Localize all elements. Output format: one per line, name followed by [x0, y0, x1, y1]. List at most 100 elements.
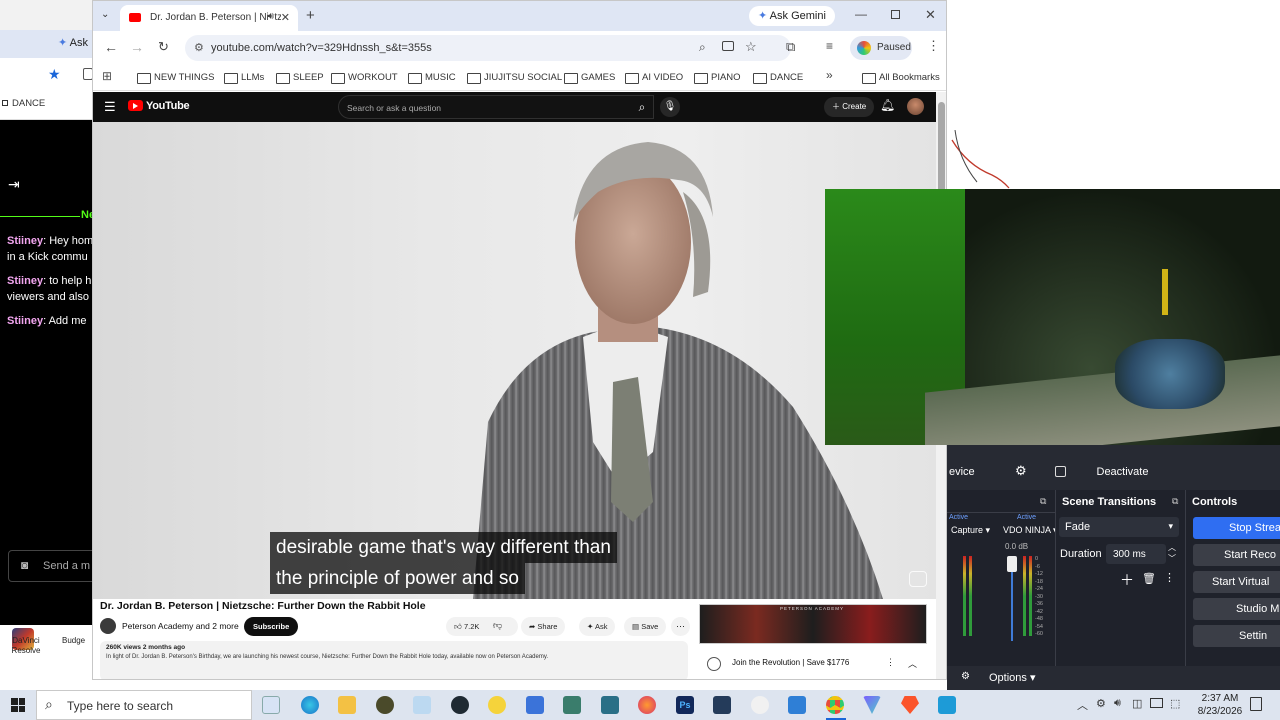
brave-icon[interactable]	[901, 696, 919, 714]
gear-icon[interactable]: ⚙	[1015, 463, 1027, 479]
deactivate-button[interactable]: Deactivate	[1085, 461, 1160, 483]
more-bookmarks-icon[interactable]: »	[826, 68, 833, 82]
gear-icon[interactable]: ⚙	[961, 671, 970, 682]
bookmark-star-icon[interactable]: ★	[48, 66, 61, 83]
share-button[interactable]: ➦ Share	[521, 617, 566, 636]
bulb-icon[interactable]	[488, 696, 506, 714]
settings-button[interactable]: Settin	[1193, 625, 1280, 647]
app-icon[interactable]	[376, 696, 394, 714]
obs-window[interactable]: evice ⚙ Deactivate ⧉ Active Active Captu…	[947, 445, 1280, 692]
background-bookmark-dance[interactable]: DANCE	[2, 98, 45, 109]
delete-transition-icon[interactable]: 🗑︎	[1142, 572, 1156, 585]
obs-icon[interactable]	[451, 696, 469, 714]
subscribe-button[interactable]: Subscribe	[244, 617, 299, 636]
extensions-icon[interactable]: ⧉	[786, 39, 795, 55]
like-button[interactable]: 👍︎ 7.2K 👎︎	[446, 617, 518, 636]
filters-icon[interactable]	[1055, 466, 1066, 477]
chrome-menu-icon[interactable]: ⋮	[927, 38, 940, 54]
tray-app-icon[interactable]: ⬚	[1170, 697, 1180, 710]
bookmark-folder[interactable]: WORKOUT	[331, 70, 398, 86]
app-icon[interactable]	[863, 696, 881, 714]
hamburger-menu-icon[interactable]: ☰	[104, 99, 116, 115]
chat-send-input[interactable]: ◙ Send a m	[8, 550, 92, 582]
notepad-icon[interactable]	[413, 696, 431, 714]
extension-icon[interactable]	[83, 68, 92, 80]
apps-grid-icon[interactable]: ⊞	[102, 69, 112, 83]
network-icon[interactable]: ◫	[1132, 697, 1142, 710]
bookmark-folder[interactable]: DANCE	[753, 70, 803, 86]
youtube-search-input[interactable]: Search or ask a question	[338, 95, 654, 119]
reading-list-icon[interactable]: ≡	[826, 39, 833, 53]
profile-paused-button[interactable]: Paused	[850, 36, 912, 60]
bookmark-folder[interactable]: AI VIDEO	[625, 70, 683, 86]
tab-search-icon[interactable]: ⌄	[101, 9, 109, 20]
address-bar[interactable]: ⚙ youtube.com/watch?v=329Hdnssh_s&t=355s…	[185, 35, 791, 61]
bookmark-folder[interactable]: LLMs	[224, 70, 264, 86]
site-info-icon[interactable]: ⚙	[194, 41, 204, 54]
app-icon[interactable]	[788, 696, 806, 714]
display-icon[interactable]	[1150, 698, 1163, 708]
transition-select[interactable]: Fade ▾	[1059, 517, 1179, 537]
ad-collapse-icon[interactable]: ︿	[908, 657, 917, 670]
collapse-chat-icon[interactable]: ⇥	[8, 176, 20, 193]
maximize-icon[interactable]	[891, 10, 900, 19]
bookmark-folder[interactable]: JIUJITSU SOCIAL	[467, 70, 562, 86]
minimize-icon[interactable]: —	[855, 7, 867, 21]
app-icon[interactable]	[601, 696, 619, 714]
notifications-bell-icon[interactable]: 🔔︎	[880, 98, 895, 112]
volume-icon[interactable]: 🔊︎	[1114, 697, 1121, 710]
close-window-icon[interactable]: ✕	[925, 7, 936, 23]
app-icon[interactable]	[938, 696, 956, 714]
channel-name[interactable]: Peterson Academy and 2 more	[122, 621, 239, 631]
description-box[interactable]: 260K views 2 months ago In light of Dr. …	[100, 641, 688, 679]
back-icon[interactable]: ←	[104, 39, 118, 55]
photoshop-icon[interactable]: Ps	[676, 696, 694, 714]
channel-avatar[interactable]	[100, 618, 116, 634]
create-button[interactable]: ＋ Create	[824, 97, 875, 117]
chrome-window[interactable]: ⌄ Dr. Jordan B. Peterson | Nietz 🔊︎ ✕ + …	[92, 0, 947, 680]
background-tab-ask[interactable]: ✦ Ask	[58, 36, 88, 49]
app-icon[interactable]	[751, 696, 769, 714]
forward-icon[interactable]: →	[130, 39, 144, 55]
ad-banner-image[interactable]: PETERSON ACADEMY	[699, 604, 927, 644]
bookmark-folder[interactable]: PIANO	[694, 70, 741, 86]
tray-app-icon[interactable]: ⚙	[1096, 697, 1106, 710]
show-hidden-icons-icon[interactable]: ︿	[1077, 697, 1088, 713]
channel-watermark-icon[interactable]	[909, 571, 927, 587]
mixer-source-capture[interactable]: Capture ▾	[951, 525, 990, 536]
system-clock[interactable]: 2:37 AM 8/23/2026	[1190, 692, 1250, 718]
start-recording-button[interactable]: Start Reco	[1193, 544, 1280, 566]
bookmark-star-icon[interactable]: ☆	[745, 39, 757, 55]
search-icon[interactable]: ⌕	[629, 96, 655, 118]
youtube-logo-text[interactable]: YouTube	[146, 100, 190, 112]
bookmark-folder[interactable]: NEW THINGS	[137, 70, 215, 86]
ad-menu-icon[interactable]: ⋮	[886, 657, 895, 668]
add-transition-icon[interactable]: ＋	[1120, 570, 1134, 590]
emote-icon[interactable]: ◙	[21, 558, 28, 572]
account-avatar[interactable]	[907, 98, 924, 115]
edge-icon[interactable]	[301, 696, 319, 714]
duration-input[interactable]: 300 ms	[1106, 544, 1166, 564]
app-icon[interactable]	[563, 696, 581, 714]
speaker-icon[interactable]: 🔊︎	[267, 11, 274, 22]
close-tab-icon[interactable]: ✕	[280, 11, 290, 24]
thumb-down-icon[interactable]: 👎︎	[493, 620, 502, 631]
all-bookmarks-folder[interactable]: All Bookmarks	[862, 70, 940, 86]
tab-youtube[interactable]: Dr. Jordan B. Peterson | Nietz 🔊︎ ✕	[120, 5, 298, 31]
dock-popout-icon[interactable]: ⧉	[1172, 496, 1178, 507]
cast-icon[interactable]	[722, 41, 734, 51]
more-actions-icon[interactable]: ⋯	[671, 617, 690, 636]
start-virtual-camera-button[interactable]: Start Virtual Ca	[1193, 571, 1280, 610]
ask-gemini-button[interactable]: ✦ Ask Gemini	[749, 6, 835, 26]
bookmark-folder[interactable]: GAMES	[564, 70, 615, 86]
save-button[interactable]: ▤ Save	[624, 617, 667, 636]
ad-title[interactable]: Join the Revolution | Save $1776	[732, 658, 849, 667]
microphone-icon[interactable]: 🎙︎	[660, 97, 680, 117]
notifications-icon[interactable]	[1250, 697, 1262, 711]
volume-slider-handle[interactable]	[1007, 556, 1017, 572]
video-player[interactable]: desirable game that's way different than…	[93, 122, 936, 599]
mixer-source-vdo[interactable]: VDO NINJA ▾	[1003, 525, 1058, 536]
studio-mode-button[interactable]: Studio M	[1193, 598, 1280, 620]
docs-icon[interactable]	[526, 696, 544, 714]
reload-icon[interactable]: ↻	[158, 39, 169, 55]
